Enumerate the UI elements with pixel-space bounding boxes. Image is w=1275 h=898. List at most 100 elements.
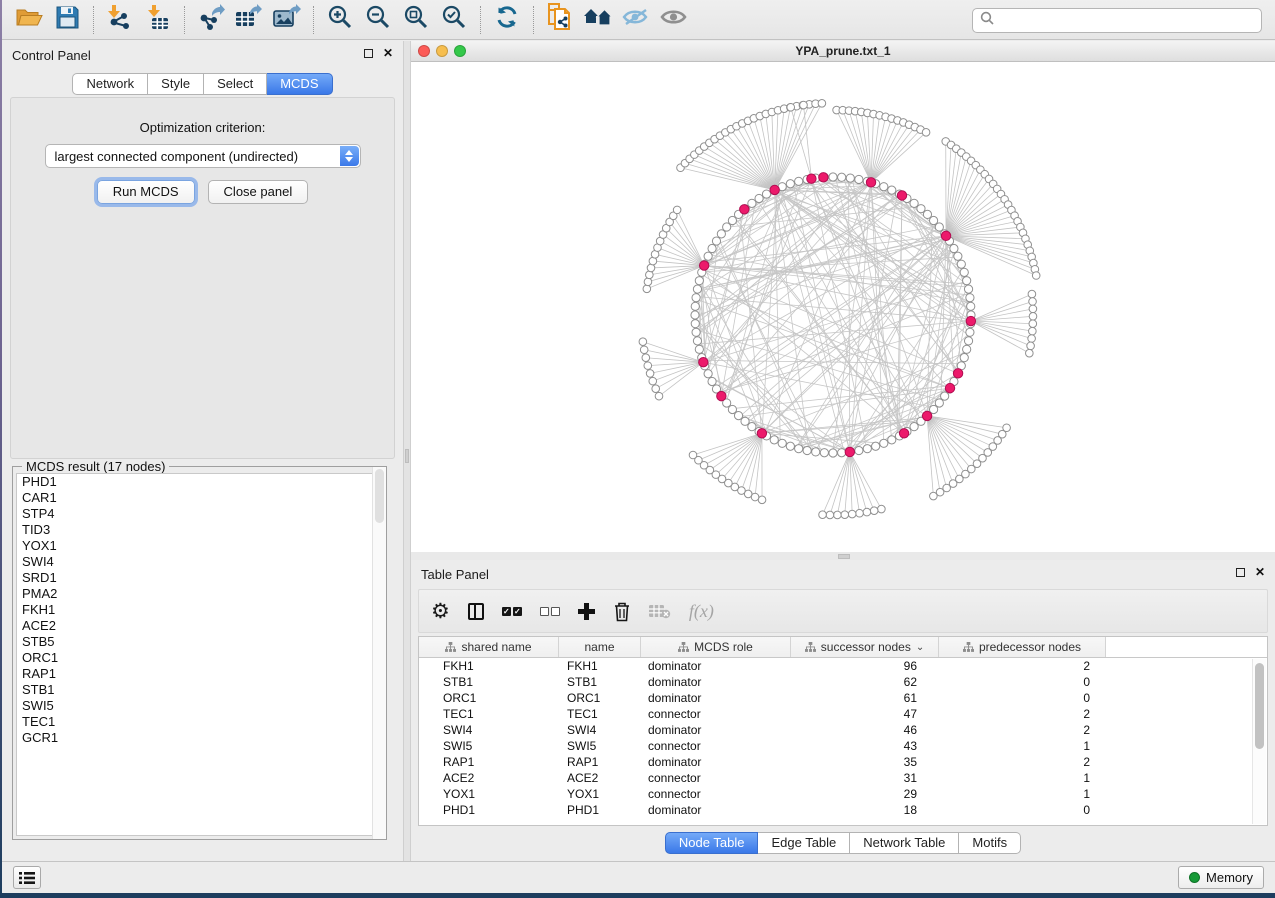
table-row[interactable]: TEC1TEC1connector472 [419, 706, 1267, 722]
search-field[interactable] [972, 8, 1262, 33]
column-header-MCDS-role[interactable]: MCDS role [641, 637, 791, 657]
table-row[interactable]: SWI4SWI4dominator462 [419, 722, 1267, 738]
clone-network-button[interactable] [543, 4, 577, 36]
splitter-grip[interactable] [838, 554, 850, 559]
hide-selected-button[interactable] [619, 4, 653, 36]
tab-network-table[interactable]: Network Table [850, 832, 959, 854]
refresh-button[interactable] [490, 4, 524, 36]
mcds-list-item[interactable]: PHD1 [17, 474, 382, 490]
table-row[interactable]: STB1STB1dominator620 [419, 674, 1267, 690]
table-row[interactable]: FKH1FKH1dominator962 [419, 658, 1267, 674]
zoom-in-button[interactable] [323, 4, 357, 36]
table-cell: 2 [939, 723, 1106, 737]
tab-network[interactable]: Network [72, 73, 148, 95]
mcds-list-item[interactable]: RAP1 [17, 666, 382, 682]
mcds-list-item[interactable]: ORC1 [17, 650, 382, 666]
open-session-button[interactable] [12, 4, 46, 36]
checked-box-icon: ✓ [502, 607, 511, 616]
search-input[interactable] [999, 14, 1249, 28]
mcds-list-item[interactable]: SRD1 [17, 570, 382, 586]
save-session-button[interactable] [50, 4, 84, 36]
tab-node-table[interactable]: Node Table [665, 832, 759, 854]
mcds-list-item[interactable]: SWI4 [17, 554, 382, 570]
zoom-out-button[interactable] [361, 4, 395, 36]
column-namespace-icon [805, 642, 816, 653]
import-table-button[interactable] [141, 4, 175, 36]
close-panel-icon[interactable]: ✕ [1255, 568, 1265, 577]
table-row[interactable]: SWI5SWI5connector431 [419, 738, 1267, 754]
delete-column-button[interactable] [613, 598, 631, 624]
zoom-selected-button[interactable] [437, 4, 471, 36]
mcds-list-item[interactable]: YOX1 [17, 538, 382, 554]
show-all-button[interactable] [657, 4, 691, 36]
table-cell: 62 [791, 675, 939, 689]
control-panel-title: Control Panel [12, 48, 91, 63]
import-network-button[interactable] [103, 4, 137, 36]
table-row[interactable]: ACE2ACE2connector311 [419, 770, 1267, 786]
function-builder-button[interactable]: f(x) [689, 598, 714, 624]
export-image-button[interactable] [270, 4, 304, 36]
vertical-splitter[interactable] [403, 41, 411, 861]
export-table-button[interactable] [232, 4, 266, 36]
table-settings-button[interactable]: ⚙ [431, 598, 450, 624]
network-canvas[interactable] [411, 62, 1275, 552]
network-graph[interactable] [411, 62, 1275, 552]
float-panel-icon[interactable] [1236, 568, 1245, 577]
table-scrollbar[interactable] [1252, 659, 1266, 824]
close-panel-icon[interactable]: ✕ [383, 49, 393, 58]
mcds-list-item[interactable]: CAR1 [17, 490, 382, 506]
tab-style[interactable]: Style [148, 73, 204, 95]
close-panel-button[interactable]: Close panel [208, 180, 309, 204]
result-list-scrollbar[interactable] [372, 467, 386, 839]
horizontal-splitter[interactable] [411, 552, 1275, 560]
float-panel-icon[interactable] [364, 49, 373, 58]
delete-table-button[interactable] [649, 598, 671, 624]
tab-select[interactable]: Select [204, 73, 267, 95]
mcds-list-item[interactable]: SWI5 [17, 698, 382, 714]
select-all-button[interactable]: ✓✓ [502, 598, 522, 624]
mcds-list-item[interactable]: FKH1 [17, 602, 382, 618]
column-namespace-icon [963, 642, 974, 653]
deselect-all-button[interactable] [540, 598, 560, 624]
unchecked-box-icon [551, 607, 560, 616]
columns-icon [468, 603, 484, 620]
mcds-list-item[interactable]: TEC1 [17, 714, 382, 730]
criterion-select[interactable]: largest connected component (undirected) [45, 144, 361, 168]
mcds-list-item[interactable]: STP4 [17, 506, 382, 522]
mcds-list-item[interactable]: GCR1 [17, 730, 382, 746]
add-column-button[interactable] [578, 598, 595, 624]
table-cell: SWI4 [419, 723, 559, 737]
export-network-button[interactable] [194, 4, 228, 36]
run-mcds-button[interactable]: Run MCDS [97, 180, 195, 204]
column-header-name[interactable]: name [559, 637, 641, 657]
zoom-fit-button[interactable] [399, 4, 433, 36]
mcds-list-item[interactable]: STB5 [17, 634, 382, 650]
mcds-list-item[interactable]: ACE2 [17, 618, 382, 634]
table-row[interactable]: RAP1RAP1dominator352 [419, 754, 1267, 770]
column-header-successor-nodes[interactable]: successor nodes⌄ [791, 637, 939, 657]
tab-mcds[interactable]: MCDS [267, 73, 332, 95]
table-row[interactable]: PHD1PHD1dominator180 [419, 802, 1267, 818]
memory-button[interactable]: Memory [1178, 866, 1264, 889]
first-neighbors-button[interactable] [581, 4, 615, 36]
application-window: Control Panel ✕ NetworkStyleSelectMCDS O… [2, 0, 1275, 893]
mcds-result-list[interactable]: PHD1CAR1STP4TID3YOX1SWI4SRD1PMA2FKH1ACE2… [16, 473, 383, 836]
show-columns-button[interactable] [468, 598, 484, 624]
panel-toggle-button[interactable] [13, 866, 41, 889]
tab-edge-table[interactable]: Edge Table [758, 832, 850, 854]
table-panel-title: Table Panel [421, 567, 489, 582]
table-scroll-thumb[interactable] [1255, 663, 1264, 749]
table-cell: STB1 [419, 675, 559, 689]
column-header-predecessor-nodes[interactable]: predecessor nodes [939, 637, 1106, 657]
splitter-grip[interactable] [405, 449, 409, 463]
tab-motifs[interactable]: Motifs [959, 832, 1021, 854]
mcds-list-item[interactable]: TID3 [17, 522, 382, 538]
table-row[interactable]: ORC1ORC1dominator610 [419, 690, 1267, 706]
mcds-result-group: MCDS result (17 nodes) PHD1CAR1STP4TID3Y… [12, 466, 387, 840]
table-row[interactable]: YOX1YOX1connector291 [419, 786, 1267, 802]
table-cell: 2 [939, 659, 1106, 673]
mcds-list-item[interactable]: PMA2 [17, 586, 382, 602]
mcds-list-item[interactable]: STB1 [17, 682, 382, 698]
column-header-shared-name[interactable]: shared name [419, 637, 559, 657]
result-list-scroll-thumb[interactable] [375, 469, 384, 523]
